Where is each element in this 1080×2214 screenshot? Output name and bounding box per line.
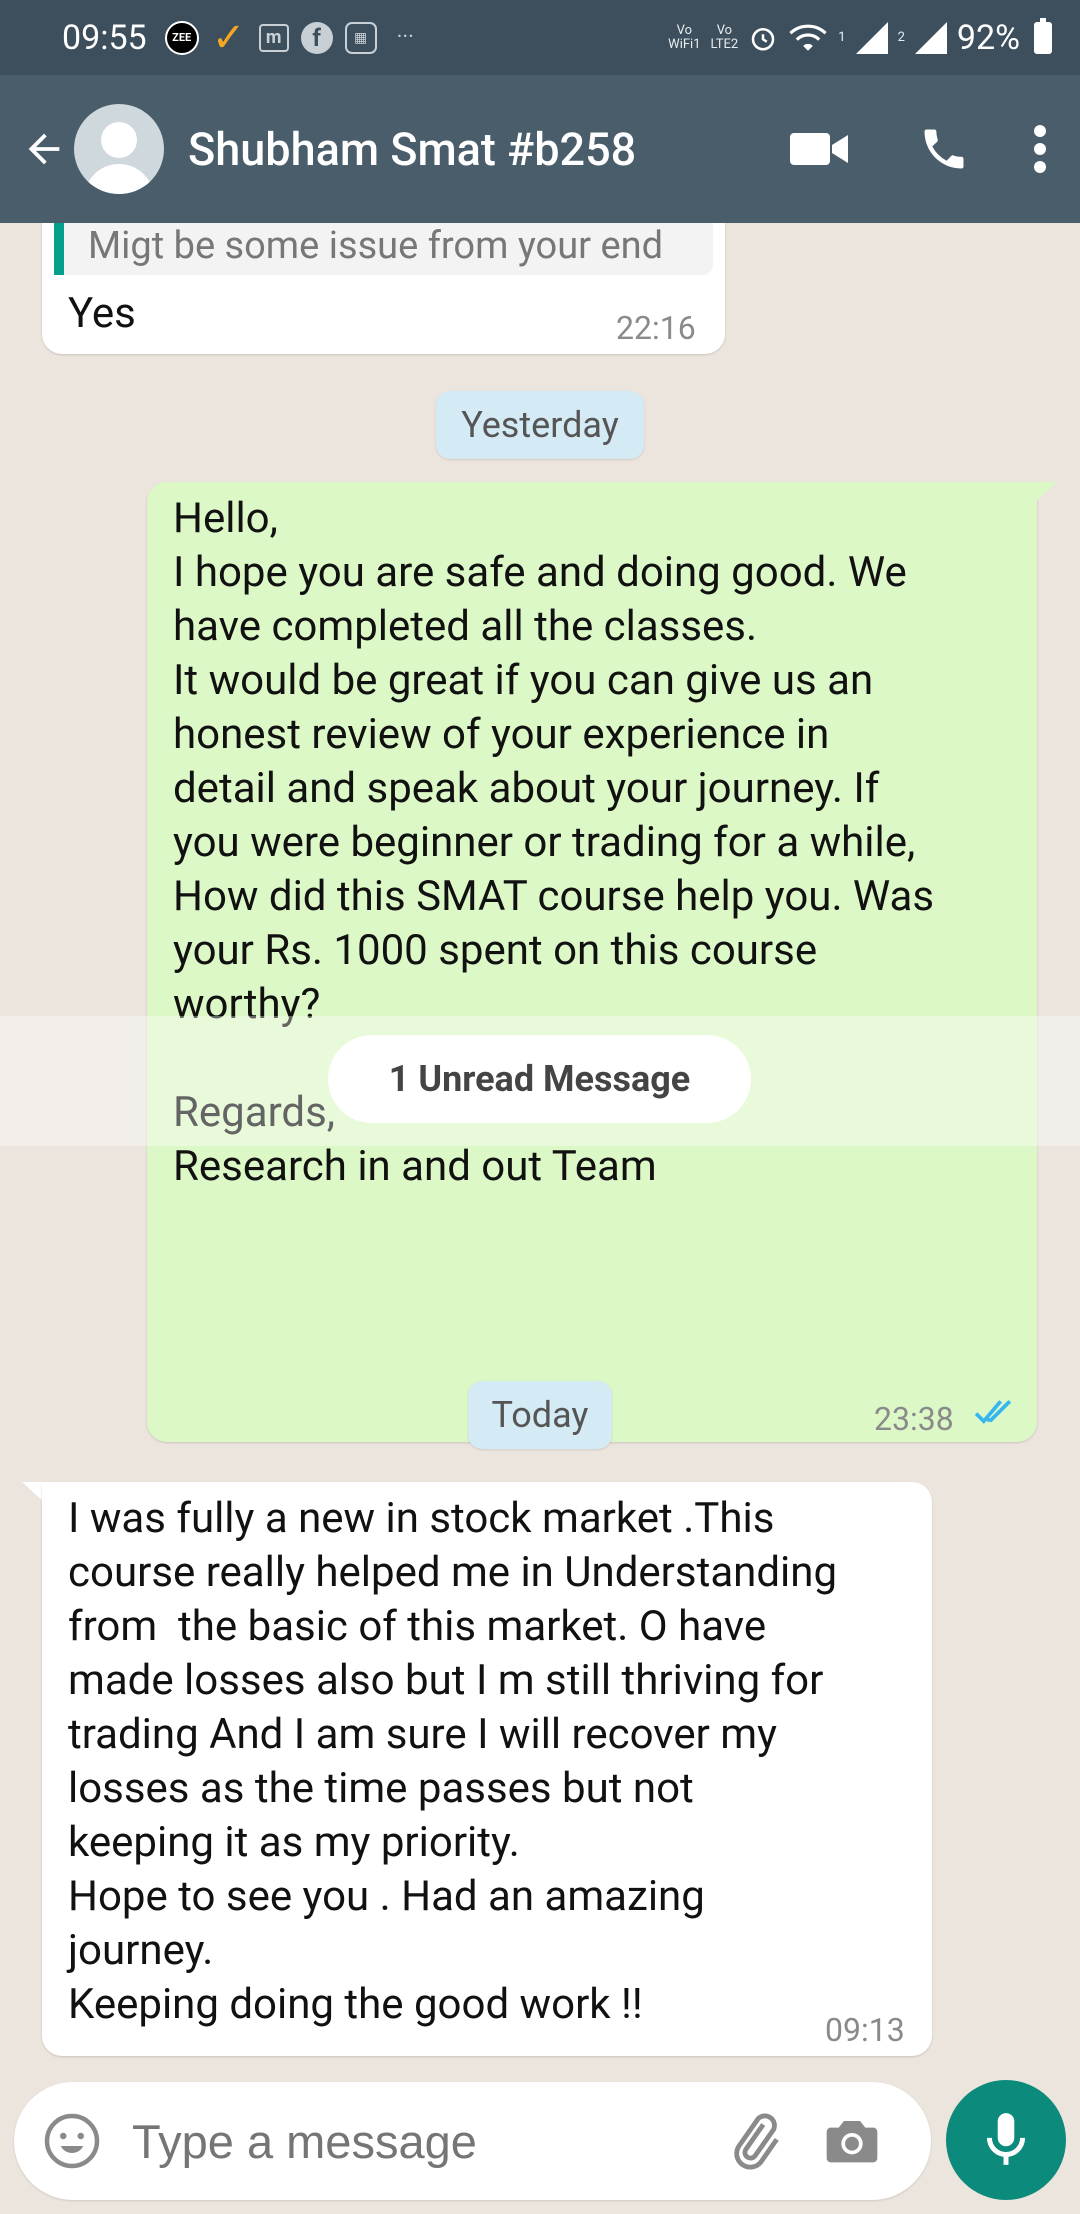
paperclip-icon <box>734 2113 779 2170</box>
emoji-icon <box>44 2113 100 2169</box>
contact-name[interactable]: Shubham Smat #b258 <box>188 123 636 176</box>
zee-app-icon: ZEE <box>164 20 199 55</box>
battery-percent: 92% <box>956 17 1020 58</box>
phone-icon <box>924 129 964 169</box>
more-options-button[interactable] <box>1010 99 1070 199</box>
bubble-tail <box>1033 482 1057 504</box>
avatar[interactable] <box>74 104 164 194</box>
chat-area[interactable]: Migt be some issue from your end Yes 22:… <box>0 223 1080 2073</box>
message-incoming[interactable]: I was fully a new in stock market .This … <box>42 1482 932 2056</box>
alarm-icon <box>752 27 775 50</box>
volte-wifi-top: Vo <box>676 22 693 38</box>
sim2-label: 2 <box>897 29 905 45</box>
voice-message-button[interactable] <box>946 2080 1066 2200</box>
message-text: Yes <box>68 289 136 338</box>
back-button[interactable] <box>18 119 70 179</box>
check-app-icon: ✓ <box>211 14 246 61</box>
back-arrow-icon <box>28 133 60 165</box>
m-app-icon: m <box>258 23 289 52</box>
date-chip-yesterday: Yesterday <box>436 391 644 459</box>
message-input[interactable] <box>132 2113 692 2169</box>
facebook-icon: f <box>300 21 333 54</box>
chat-header: Shubham Smat #b258 <box>0 75 1080 223</box>
attach-button[interactable] <box>722 2109 786 2173</box>
quoted-reply[interactable]: Migt be some issue from your end <box>54 223 713 275</box>
message-time: 23:38 <box>874 1400 954 1438</box>
message-outgoing[interactable]: Hello, I hope you are safe and doing goo… <box>147 482 1037 1442</box>
read-receipt-icon <box>974 1399 1012 1424</box>
camera-icon <box>826 2121 878 2163</box>
signal-sim1-icon <box>855 21 888 54</box>
more-notifications-icon: ··· <box>396 25 414 50</box>
message-composer <box>14 2082 931 2200</box>
volte-wifi-indicator: Vo WiFi1 <box>668 22 701 52</box>
microphone-icon <box>986 2113 1026 2165</box>
status-time: 09:55 <box>62 17 147 58</box>
message-text: I was fully a new in stock market .This … <box>68 1494 838 2029</box>
video-call-button[interactable] <box>778 99 862 199</box>
date-chip-today: Today <box>468 1381 612 1449</box>
status-bar: 09:55 ZEE ✓ m f ▦ ··· Vo WiFi1 Vo LTE2 1… <box>0 0 1080 75</box>
message-incoming[interactable]: Migt be some issue from your end Yes 22:… <box>42 223 725 354</box>
video-call-icon <box>790 133 848 165</box>
avatar-head <box>101 122 137 158</box>
unread-messages-chip: 1 Unread Message <box>328 1035 751 1123</box>
message-time: 22:16 <box>616 309 696 347</box>
voice-call-button[interactable] <box>902 99 986 199</box>
avatar-body <box>84 164 154 194</box>
camera-button[interactable] <box>820 2109 884 2173</box>
volte-lte-bottom: LTE2 <box>710 36 739 52</box>
volte-wifi-bottom: WiFi1 <box>668 36 701 52</box>
emoji-button[interactable] <box>42 2111 102 2171</box>
calculator-app-icon: ▦ <box>344 21 377 54</box>
wifi-icon <box>789 24 827 51</box>
signal-sim2-icon <box>914 21 947 54</box>
sim1-label: 1 <box>838 29 846 45</box>
battery-icon <box>1034 17 1052 54</box>
volte-lte-top: Vo <box>716 22 733 38</box>
message-time: 09:13 <box>825 2011 905 2049</box>
more-options-icon <box>1034 125 1046 173</box>
volte-lte-indicator: Vo LTE2 <box>710 22 739 52</box>
